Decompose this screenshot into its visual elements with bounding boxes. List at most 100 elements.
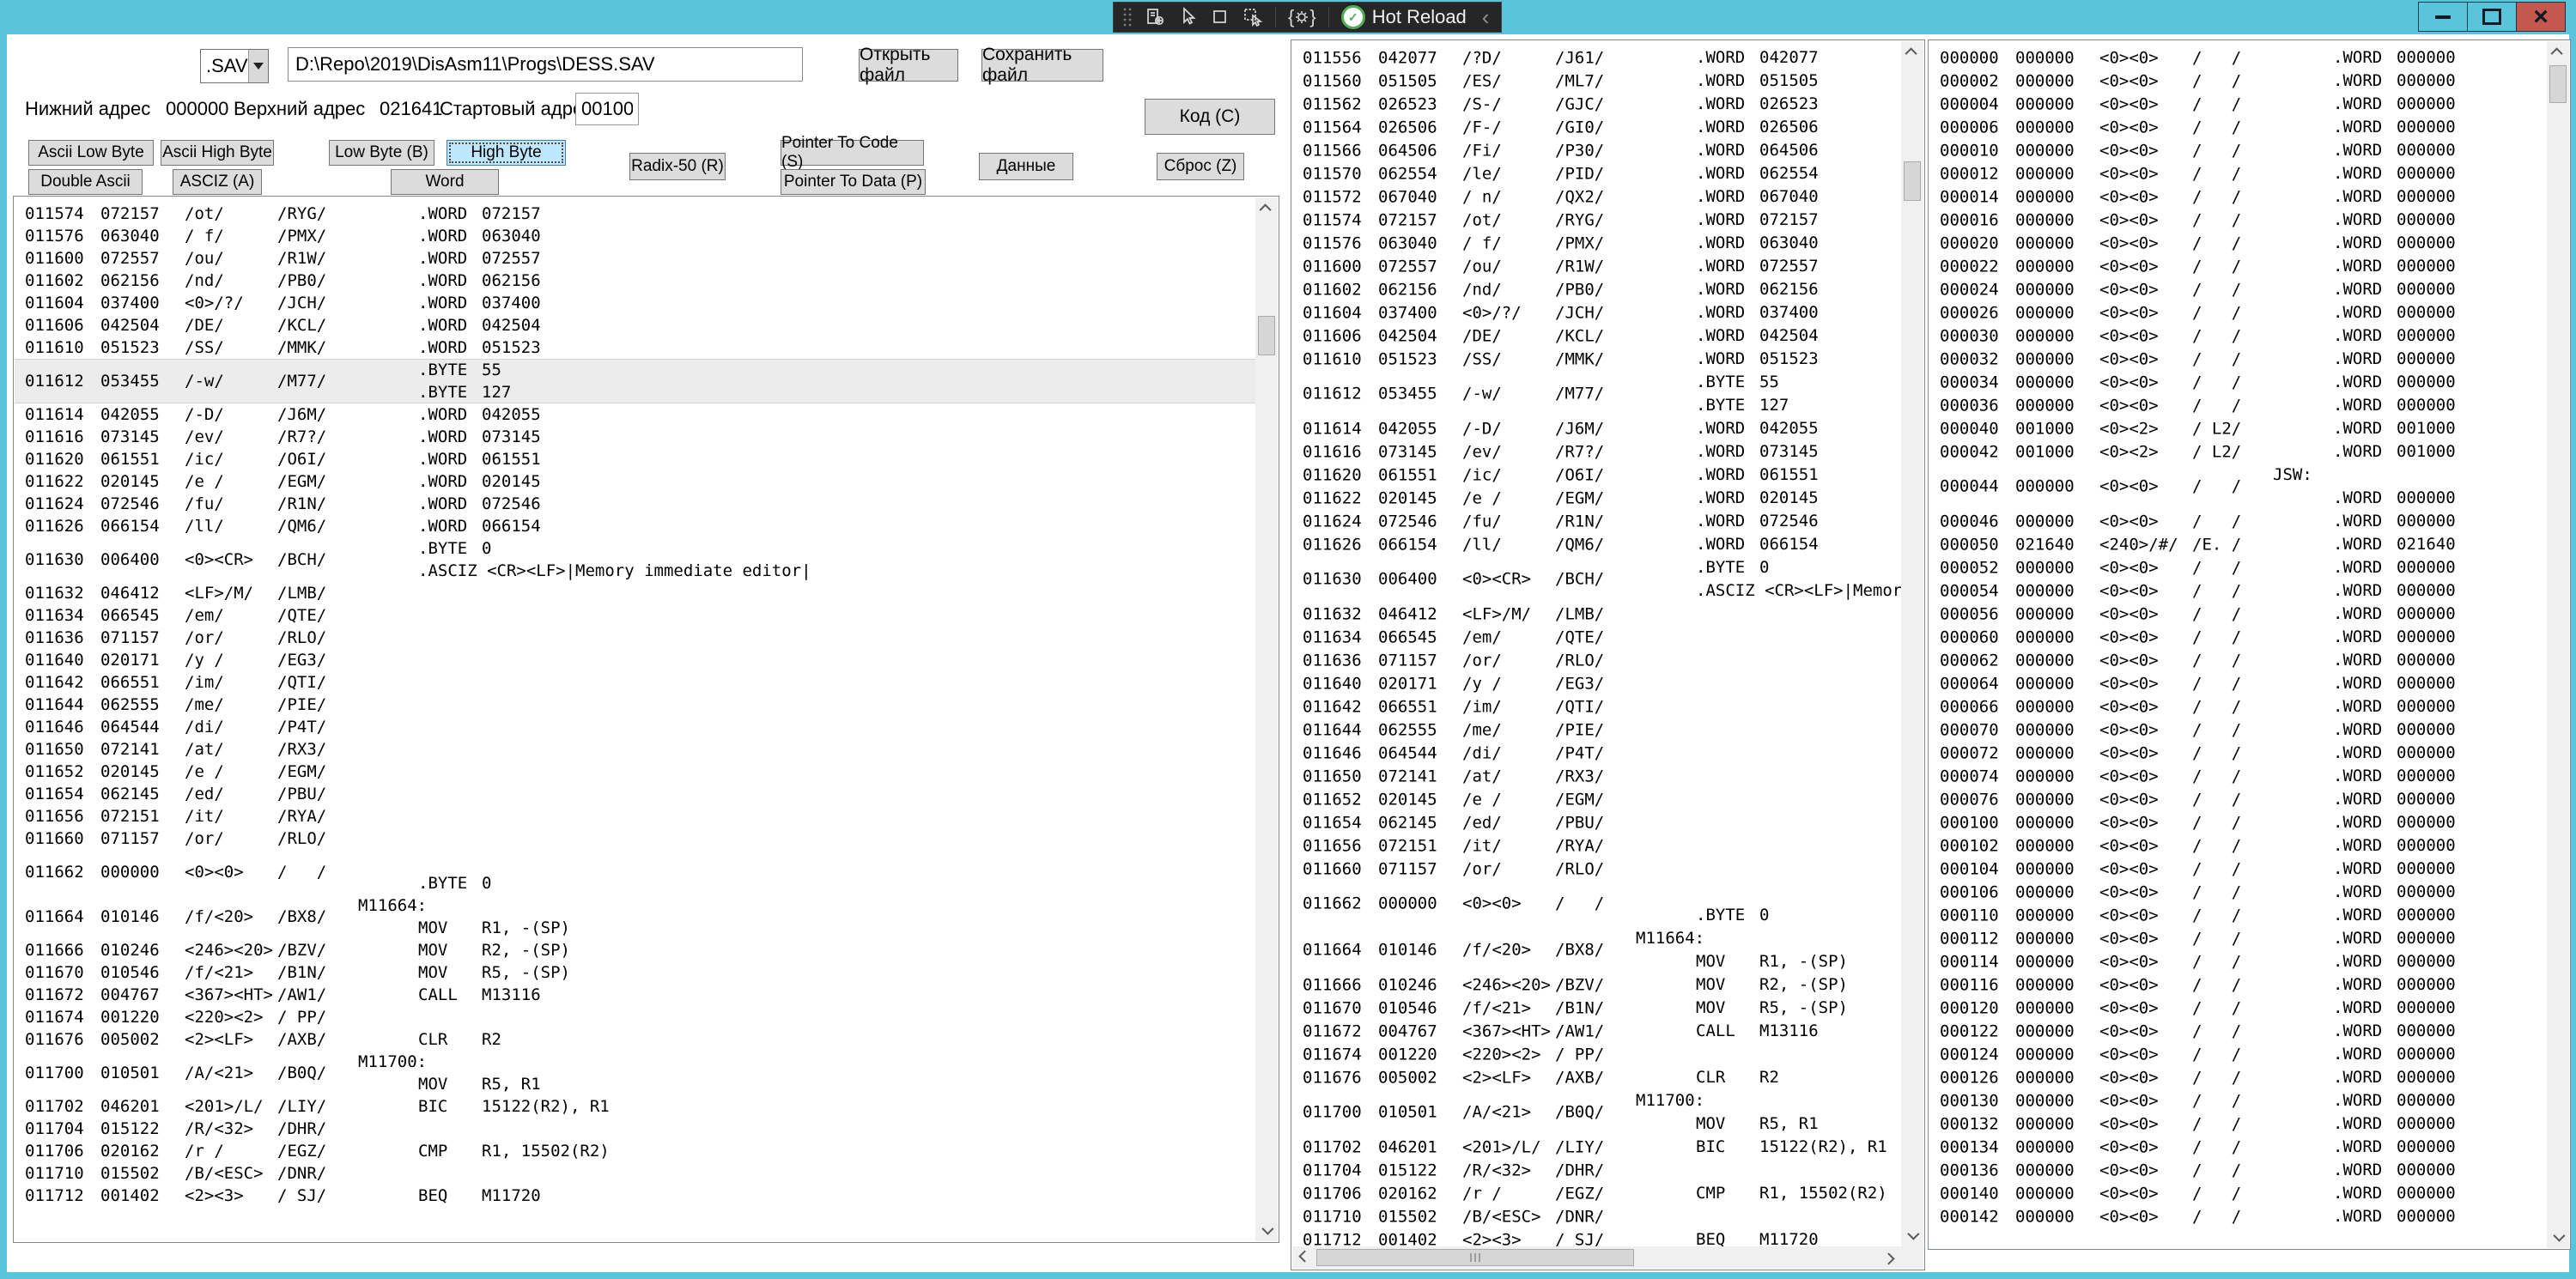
hot-reload-settings-icon[interactable]: {}: [1288, 6, 1316, 28]
listing-row[interactable]: 000006000000<0><0>/ /.WORD000000: [1929, 116, 2547, 139]
listing-row[interactable]: 000134000000<0><0>/ /.WORD000000: [1929, 1136, 2547, 1159]
file-path-input[interactable]: [288, 47, 803, 82]
listing-row[interactable]: 000032000000<0><0>/ /.WORD000000: [1929, 348, 2547, 371]
pointer-to-code-button[interactable]: Pointer To Code (S): [781, 140, 924, 166]
listing-row[interactable]: 011710015502/B/<ESC>/DNR/: [1292, 1205, 1901, 1228]
listing-row[interactable]: 000110000000<0><0>/ /.WORD000000: [1929, 904, 2547, 927]
asciz-button[interactable]: ASCIZ (A): [173, 169, 262, 195]
listing-row[interactable]: 011626066154/ll//QM6/.WORD066154: [1292, 533, 1901, 556]
listing-row[interactable]: 011656072151/it//RYA/: [15, 805, 1255, 827]
listing-row[interactable]: 011672004767<367><HT>/AW1/CALLM13116: [15, 984, 1255, 1006]
listing-row[interactable]: 000042001000<0><2>/ L2/.WORD001000: [1929, 440, 2547, 464]
listing-row[interactable]: 011576063040/ f//PMX/.WORD063040: [1292, 232, 1901, 255]
listing-row[interactable]: 011646064544/di//P4T/: [15, 716, 1255, 738]
listing-row[interactable]: 011610051523/SS//MMK/.WORD051523: [1292, 348, 1901, 371]
listing-row[interactable]: 011642066551/im//QTI/: [1292, 695, 1901, 718]
listing-row[interactable]: 000054000000<0><0>/ /.WORD000000: [1929, 579, 2547, 603]
listing-row[interactable]: 000014000000<0><0>/ /.WORD000000: [1929, 185, 2547, 209]
listing-row[interactable]: 011620061551/ic//O6I/.WORD061551: [15, 448, 1255, 470]
listing-row[interactable]: 011644062555/me//PIE/: [15, 694, 1255, 716]
listing-row[interactable]: 011652020145/e //EGM/: [1292, 788, 1901, 811]
select-element-icon[interactable]: [1177, 7, 1198, 27]
listing-row[interactable]: 011614042055/-D//J6M/.WORD042055: [15, 403, 1255, 426]
listing-row[interactable]: 011670010546/f/<21>/B1N/MOVR5, -(SP): [1292, 997, 1901, 1020]
listing-row[interactable]: 011612053455/-w//M77/.BYTE55.BYTE127: [15, 359, 1255, 403]
toolbar-grip-icon[interactable]: [1122, 6, 1133, 28]
scroll-up-button[interactable]: [1901, 41, 1923, 64]
listing-row[interactable]: 000112000000<0><0>/ /.WORD000000: [1929, 927, 2547, 950]
scrollbar-thumb[interactable]: [1316, 1249, 1634, 1266]
listing-row[interactable]: 011640020171/y //EG3/: [15, 649, 1255, 671]
listing-row[interactable]: 000012000000<0><0>/ /.WORD000000: [1929, 162, 2547, 185]
listing-row[interactable]: 011610051523/SS//MMK/.WORD051523: [15, 336, 1255, 359]
double-ascii-button[interactable]: Double Ascii: [28, 169, 143, 195]
listing-row[interactable]: 000052000000<0><0>/ /.WORD000000: [1929, 556, 2547, 579]
listing-row[interactable]: 000126000000<0><0>/ /.WORD000000: [1929, 1066, 2547, 1089]
listing-row[interactable]: 000142000000<0><0>/ /.WORD000000: [1929, 1205, 2547, 1228]
listing-row[interactable]: 011624072546/fu//R1N/.WORD072546: [15, 493, 1255, 515]
listing-row[interactable]: 000016000000<0><0>/ /.WORD000000: [1929, 209, 2547, 232]
listing-row[interactable]: 011664010146/f/<20>/BX8/M11664:MOVR1, -(…: [15, 894, 1255, 939]
listing-row[interactable]: 011712001402<2><3>/ SJ/BEQM11720: [15, 1185, 1255, 1207]
listing-row[interactable]: 011560051505/ES//ML7/.WORD051505: [1292, 70, 1901, 93]
scroll-up-button[interactable]: [1255, 197, 1278, 220]
listing-row[interactable]: 011556042077/?D//J61/.WORD042077: [1292, 46, 1901, 70]
pointer-to-data-button[interactable]: Pointer To Data (P): [781, 169, 926, 195]
close-button[interactable]: ×: [2516, 2, 2566, 32]
listing-row[interactable]: 011676005002<2><LF>/AXB/CLRR2: [15, 1028, 1255, 1051]
listing-row[interactable]: 000002000000<0><0>/ /.WORD000000: [1929, 70, 2547, 93]
listing-row[interactable]: 000022000000<0><0>/ /.WORD000000: [1929, 255, 2547, 278]
listing-row[interactable]: 000072000000<0><0>/ /.WORD000000: [1929, 742, 2547, 765]
listing-row[interactable]: 011654062145/ed//PBU/: [1292, 811, 1901, 834]
listing-row[interactable]: 011634066545/em//QTE/: [15, 604, 1255, 627]
listing-row[interactable]: 000100000000<0><0>/ /.WORD000000: [1929, 811, 2547, 834]
scrollbar-thumb[interactable]: [2549, 65, 2567, 103]
listing-row[interactable]: 011646064544/di//P4T/: [1292, 742, 1901, 765]
scroll-left-button[interactable]: [1292, 1246, 1315, 1269]
listing-row[interactable]: 011574072157/ot//RYG/.WORD072157: [15, 203, 1255, 225]
listing-row[interactable]: 011602062156/nd//PB0/.WORD062156: [1292, 278, 1901, 301]
horizontal-scrollbar[interactable]: [1292, 1246, 1901, 1269]
code-button[interactable]: Код (C): [1145, 99, 1275, 135]
listing-row[interactable]: 011672004767<367><HT>/AW1/CALLM13116: [1292, 1020, 1901, 1043]
listing-row[interactable]: 011710015502/B/<ESC>/DNR/: [15, 1162, 1255, 1185]
listing-row[interactable]: 011574072157/ot//RYG/.WORD072157: [1292, 209, 1901, 232]
listing-row[interactable]: 011642066551/im//QTI/: [15, 671, 1255, 694]
vertical-scrollbar[interactable]: [1255, 197, 1278, 1241]
radix50-button[interactable]: Radix-50 (R): [629, 153, 726, 180]
save-file-button[interactable]: Сохранить файл: [981, 49, 1103, 82]
listing-row[interactable]: 000130000000<0><0>/ /.WORD000000: [1929, 1089, 2547, 1112]
listing-row[interactable]: 011624072546/fu//R1N/.WORD072546: [1292, 510, 1901, 533]
listing-row[interactable]: 000046000000<0><0>/ /.WORD000000: [1929, 510, 2547, 533]
scroll-down-button[interactable]: [2547, 1226, 2569, 1248]
listing-row[interactable]: 011674001220<220><2>/ PP/: [15, 1006, 1255, 1028]
scroll-down-button[interactable]: [1901, 1224, 1923, 1246]
listing-row[interactable]: 011600072557/ou//R1W/.WORD072557: [15, 247, 1255, 270]
listing-row[interactable]: 011626066154/ll//QM6/.WORD066154: [15, 515, 1255, 537]
listing-row[interactable]: 011616073145/ev//R7?/.WORD073145: [15, 426, 1255, 448]
listing-row[interactable]: 011632046412<LF>/M//LMB/: [15, 582, 1255, 604]
open-file-button[interactable]: Открыть файл: [859, 49, 958, 82]
scroll-up-button[interactable]: [2547, 41, 2569, 64]
listing-row[interactable]: 000024000000<0><0>/ /.WORD000000: [1929, 278, 2547, 301]
combobox-dropdown-button[interactable]: [248, 50, 268, 82]
listing-row[interactable]: 011650072141/at//RX3/: [15, 738, 1255, 761]
listing-row[interactable]: 000076000000<0><0>/ /.WORD000000: [1929, 788, 2547, 811]
inspect-element-icon[interactable]: [1242, 7, 1263, 27]
listing-row[interactable]: 011612053455/-w//M77/.BYTE55.BYTE127: [1292, 371, 1901, 417]
data-button[interactable]: Данные: [979, 153, 1073, 180]
listing-row[interactable]: 000004000000<0><0>/ /.WORD000000: [1929, 93, 2547, 116]
listing-row[interactable]: 011660071157/or//RLO/: [15, 827, 1255, 850]
low-byte-button[interactable]: Low Byte (B): [329, 140, 434, 166]
listing-row[interactable]: 011640020171/y //EG3/: [1292, 672, 1901, 695]
listing-row[interactable]: 000064000000<0><0>/ /.WORD000000: [1929, 672, 2547, 695]
listing-row[interactable]: 011606042504/DE//KCL/.WORD042504: [15, 314, 1255, 336]
ascii-low-byte-button[interactable]: Ascii Low Byte: [28, 140, 154, 166]
listing-row[interactable]: 011706020162/r //EGZ/CMPR1, 15502(R2): [1292, 1182, 1901, 1205]
listing-row[interactable]: 000136000000<0><0>/ /.WORD000000: [1929, 1159, 2547, 1182]
listing-row[interactable]: 011570062554/le//PID/.WORD062554: [1292, 162, 1901, 185]
listing-row[interactable]: 011604037400<0>/?//JCH/.WORD037400: [1292, 301, 1901, 324]
listing-row[interactable]: 011676005002<2><LF>/AXB/CLRR2: [1292, 1066, 1901, 1089]
listing-row[interactable]: 011712001402<2><3>/ SJ/BEQM11720: [1292, 1228, 1901, 1246]
listing-row[interactable]: 000010000000<0><0>/ /.WORD000000: [1929, 139, 2547, 162]
